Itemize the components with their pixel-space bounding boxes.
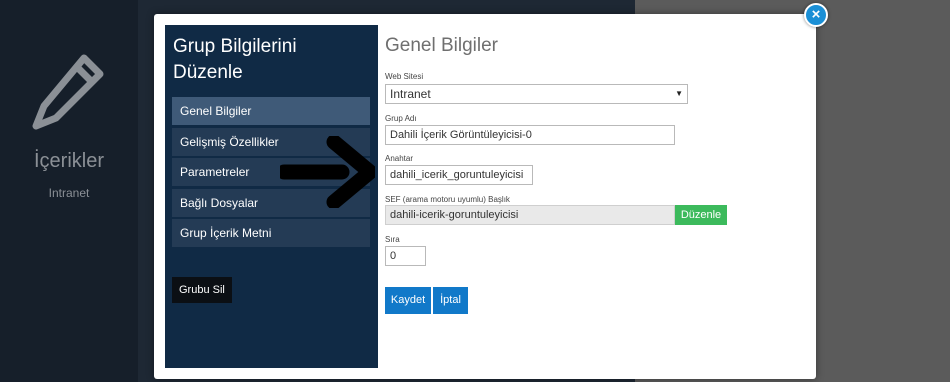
order-input[interactable]: 0 — [385, 246, 426, 266]
section-title: İçerikler — [33, 150, 104, 172]
key-label: Anahtar — [385, 154, 414, 163]
key-input[interactable]: dahili_icerik_goruntuleyicisi — [385, 165, 533, 185]
website-select[interactable]: Intranet ▼ — [385, 84, 688, 104]
close-icon[interactable]: × — [804, 3, 828, 27]
sef-input: dahili-icerik-goruntuleyicisi — [385, 205, 675, 225]
website-label: Web Sitesi — [385, 72, 424, 81]
sidebar-title: Grup Bilgilerini Düzenle — [173, 36, 297, 83]
save-button[interactable]: Kaydet — [385, 287, 431, 314]
edit-group-modal: Grup Bilgilerini Düzenle Genel Bilgiler … — [154, 14, 816, 379]
section-subtitle: Intranet — [48, 186, 90, 200]
cancel-button[interactable]: İptal — [433, 287, 468, 314]
form-heading: Genel Bilgiler — [385, 35, 498, 56]
sef-edit-button[interactable]: Düzenle — [675, 205, 727, 225]
order-label: Sıra — [385, 235, 400, 244]
form-content: Genel Bilgiler Web Sitesi Intranet ▼ Gru… — [385, 14, 805, 379]
group-name-input[interactable]: Dahili İçerik Görüntüleyicisi-0 — [385, 125, 675, 145]
sidebar-item-general-info[interactable]: Genel Bilgiler — [172, 97, 370, 125]
website-select-value: Intranet — [390, 87, 431, 101]
pointer-arrow-icon — [280, 136, 375, 208]
sef-label: SEF (arama motoru uyumlu) Başlık — [385, 195, 510, 204]
background-sidebar: İçerikler Intranet — [0, 0, 138, 382]
pencil-icon — [32, 54, 104, 130]
sidebar-item-group-content-text[interactable]: Grup İçerik Metni — [172, 219, 370, 247]
delete-group-button[interactable]: Grubu Sil — [172, 277, 232, 303]
dropdown-arrow-icon: ▼ — [675, 89, 683, 98]
group-name-label: Grup Adı — [385, 114, 417, 123]
